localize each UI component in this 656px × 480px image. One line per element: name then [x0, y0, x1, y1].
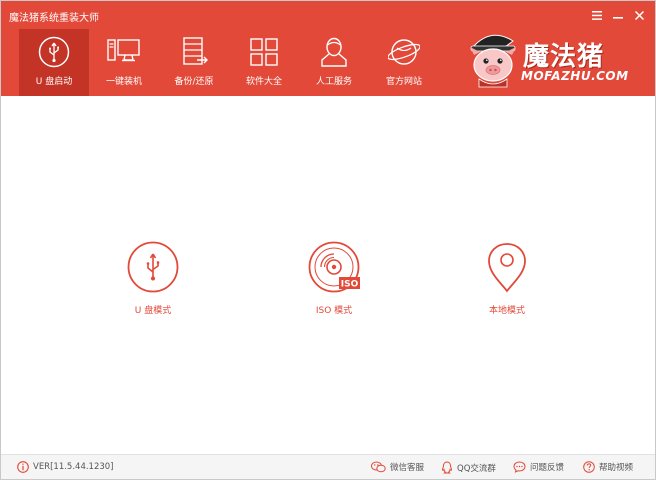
- help-video-link[interactable]: 帮助视频: [583, 461, 633, 473]
- brand-logo: 魔法猪 MOFAZHU.COM: [467, 31, 643, 91]
- close-icon: [634, 10, 644, 20]
- chat-bubble-icon: [513, 461, 526, 473]
- wechat-service-link[interactable]: 微信客服: [371, 461, 424, 473]
- minimize-button[interactable]: [608, 7, 628, 23]
- wechat-icon: [371, 461, 386, 473]
- version-text: VER[11.5.44.1230]: [33, 462, 114, 472]
- nav-item-label: 软件大全: [245, 77, 282, 87]
- brand-name-cn: 魔法猪: [523, 42, 605, 72]
- computer-icon: [107, 39, 140, 62]
- app-window: 魔法猪系统重装大师 U 盘启动 一键装机 备份/还原 软件大全 人工服务 官方网…: [0, 0, 656, 480]
- local-mode-button[interactable]: 本地模式: [457, 241, 557, 316]
- help-icon: [583, 461, 595, 473]
- usb-mode-label: U 盘模式: [134, 306, 172, 316]
- menu-icon: [592, 10, 602, 20]
- nav-item-manual-service[interactable]: 人工服务: [299, 29, 369, 96]
- brand-name-en: MOFAZHU.COM: [521, 69, 629, 83]
- close-button[interactable]: [629, 7, 649, 23]
- header-bar: 魔法猪系统重装大师 U 盘启动 一键装机 备份/还原 软件大全 人工服务 官方网…: [1, 1, 655, 96]
- info-icon: [17, 461, 29, 473]
- person-icon: [321, 37, 347, 67]
- wechat-service-label: 微信客服: [390, 463, 425, 473]
- nav-item-label: U 盘启动: [35, 77, 73, 87]
- nav-item-label: 备份/还原: [174, 77, 214, 87]
- iso-mode-label: ISO 模式: [315, 306, 353, 316]
- backup-document-icon: [183, 37, 208, 65]
- nav-item-backup-restore[interactable]: 备份/还原: [159, 29, 229, 96]
- qq-group-label: QQ交流群: [457, 463, 496, 474]
- usb-icon: [38, 36, 70, 68]
- main-panel: U 盘模式 ISO ISO 模式 本地模式: [1, 96, 655, 454]
- main-nav: U 盘启动 一键装机 备份/还原 软件大全 人工服务 官方网站: [19, 29, 439, 96]
- location-pin-icon: [488, 243, 526, 293]
- status-bar: VER[11.5.44.1230] 微信客服 QQ交流群 问题反馈 帮助视频: [1, 454, 655, 479]
- globe-icon: [388, 39, 420, 65]
- nav-item-one-click-install[interactable]: 一键装机: [89, 29, 159, 96]
- iso-mode-button[interactable]: ISO ISO 模式: [284, 241, 384, 316]
- nav-item-label: 官方网站: [385, 77, 422, 87]
- pig-mascot-icon: [470, 34, 516, 88]
- version-info: VER[11.5.44.1230]: [17, 461, 114, 473]
- nav-item-label: 一键装机: [105, 77, 142, 87]
- feedback-label: 问题反馈: [530, 463, 565, 473]
- nav-item-usb-boot[interactable]: U 盘启动: [19, 29, 89, 96]
- usb-circle-icon: [127, 241, 179, 293]
- qq-icon: [441, 461, 453, 474]
- menu-button[interactable]: [587, 7, 607, 23]
- window-title: 魔法猪系统重装大师: [9, 13, 99, 24]
- help-video-label: 帮助视频: [599, 463, 634, 473]
- qq-group-link[interactable]: QQ交流群: [441, 461, 496, 474]
- usb-mode-button[interactable]: U 盘模式: [103, 241, 203, 316]
- iso-badge-text: ISO: [341, 280, 359, 290]
- iso-disc-icon: ISO: [308, 241, 360, 293]
- local-mode-label: 本地模式: [488, 306, 525, 316]
- feedback-link[interactable]: 问题反馈: [513, 461, 564, 473]
- minimize-icon: [613, 16, 623, 19]
- apps-grid-icon: [250, 38, 278, 66]
- nav-item-label: 人工服务: [315, 77, 352, 87]
- nav-item-software[interactable]: 软件大全: [229, 29, 299, 96]
- nav-item-official-site[interactable]: 官方网站: [369, 29, 439, 96]
